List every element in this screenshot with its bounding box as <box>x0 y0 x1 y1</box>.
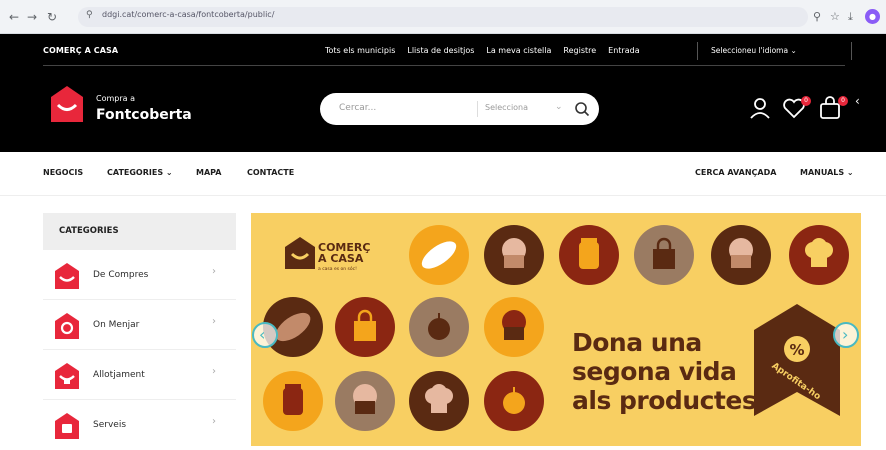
sidebar-item-allotjament[interactable]: Allotjament › <box>43 350 236 400</box>
sidebar-item-compres[interactable]: De Compres › <box>43 250 236 300</box>
sidebar-item-label: Allotjament <box>93 370 145 380</box>
cupcake-icon <box>484 297 544 357</box>
percent-tag-icon: % Aprofita-ho <box>754 304 840 416</box>
top-brand[interactable]: COMERÇ A CASA <box>43 46 118 55</box>
sidebar-item-label: Serveis <box>93 420 127 430</box>
category-select[interactable]: Selecciona <box>485 103 528 112</box>
cupcake-icon <box>484 225 544 285</box>
lodging-category-icon <box>55 363 79 389</box>
comerc-logo-icon <box>285 237 315 269</box>
cart-badge: 0 <box>838 96 848 106</box>
logo-title[interactable]: Fontcoberta <box>96 107 192 123</box>
divider <box>477 101 478 117</box>
chevron-right-icon: › <box>842 325 849 344</box>
shop-category-icon <box>55 263 79 289</box>
back-icon[interactable]: ← <box>6 9 22 25</box>
bookmark-star-icon[interactable]: ☆ <box>830 9 840 25</box>
address-bar[interactable]: ⚲ ddgi.cat/comerc-a-casa/fontcoberta/pub… <box>78 7 808 27</box>
jar-icon <box>559 225 619 285</box>
carousel-next-button[interactable]: › <box>833 322 859 348</box>
wishlist-badge: 0 <box>801 96 811 106</box>
bag-icon <box>335 297 395 357</box>
apple-icon <box>409 297 469 357</box>
browser-toolbar: ← → ↻ ⚲ ddgi.cat/comerc-a-casa/fontcober… <box>0 0 886 34</box>
user-icon[interactable] <box>748 96 772 120</box>
language-select[interactable]: Seleccioneu l'idioma ⌄ <box>711 46 797 55</box>
apple-icon <box>484 371 544 431</box>
nav-mapa[interactable]: MAPA <box>196 168 221 177</box>
banner-logo-tagline: a casa es on sóc! <box>318 267 357 272</box>
banner-headline-line3: als productes <box>572 386 757 415</box>
hero-banner[interactable]: COMERÇ A CASA a casa es on sóc! Dona una… <box>251 213 861 446</box>
top-link-municipis[interactable]: Tots els municipis <box>325 46 395 55</box>
chevron-right-icon: › <box>212 266 216 277</box>
search-bar: Cercar... Selecciona ⌄ <box>320 93 599 125</box>
chef-hat-icon <box>789 225 849 285</box>
banner-headline-line1: Dona una <box>572 328 702 357</box>
chevron-right-icon: › <box>212 366 216 377</box>
site-logo-icon[interactable] <box>51 86 83 122</box>
chevron-right-icon: › <box>212 416 216 427</box>
chevron-left-icon: ‹ <box>259 325 266 344</box>
sidebar-item-menjar[interactable]: On Menjar › <box>43 300 236 350</box>
categories-sidebar: CATEGORIES De Compres › On Menjar › Allo… <box>43 213 236 446</box>
header-separator <box>43 65 845 66</box>
top-link-register[interactable]: Registre <box>563 46 596 55</box>
nav-manuals[interactable]: MANUALS ⌄ <box>800 168 854 177</box>
nav-negocis[interactable]: NEGOCIS <box>43 168 83 177</box>
sidebar-title: CATEGORIES <box>59 226 119 236</box>
services-category-icon <box>55 413 79 439</box>
forward-icon[interactable]: → <box>24 9 40 25</box>
sidebar-item-serveis[interactable]: Serveis › <box>43 400 236 450</box>
sidebar-header: CATEGORIES <box>43 213 236 250</box>
bread-icon <box>409 225 469 285</box>
logo-subtitle: Compra a <box>96 94 135 103</box>
cupcake-icon <box>711 225 771 285</box>
site-info-icon[interactable]: ⚲ <box>86 10 93 20</box>
search-input[interactable]: Cercar... <box>339 103 376 113</box>
nav-categories[interactable]: CATEGORIES ⌄ <box>107 168 173 177</box>
sidebar-item-label: On Menjar <box>93 320 140 330</box>
banner-logo-line2: A CASA <box>318 252 364 265</box>
nav-advanced-search[interactable]: CERCA AVANÇADA <box>695 168 776 177</box>
download-icon[interactable]: ⤓ <box>848 9 853 25</box>
cupcake-icon <box>335 371 395 431</box>
top-links: Tots els municipis Llista de desitjos La… <box>325 46 640 55</box>
divider <box>851 42 852 60</box>
zoom-icon[interactable]: ⚲ <box>813 9 821 25</box>
chef-hat-icon <box>409 371 469 431</box>
url-text: ddgi.cat/comerc-a-casa/fontcoberta/publi… <box>102 10 275 19</box>
svg-text:%: % <box>789 341 804 359</box>
chevron-right-icon: › <box>212 316 216 327</box>
sidebar-item-label: De Compres <box>93 270 149 280</box>
chevron-down-icon[interactable]: ⌄ <box>555 102 563 112</box>
nav-contacte[interactable]: CONTACTE <box>247 168 294 177</box>
divider <box>697 42 698 60</box>
jar-icon <box>263 371 323 431</box>
top-link-login[interactable]: Entrada <box>608 46 639 55</box>
site-header: COMERÇ A CASA Tots els municipis Llista … <box>0 34 886 152</box>
food-category-icon <box>55 313 79 339</box>
top-link-wishlist[interactable]: Llista de desitjos <box>407 46 474 55</box>
reload-icon[interactable]: ↻ <box>44 9 60 25</box>
chevron-left-icon[interactable]: ‹ <box>855 94 860 108</box>
carousel-prev-button[interactable]: ‹ <box>252 322 278 348</box>
top-link-cart[interactable]: La meva cistella <box>486 46 551 55</box>
banner-headline-line2: segona vida <box>572 357 737 386</box>
main-nav: NEGOCIS CATEGORIES ⌄ MAPA CONTACTE CERCA… <box>0 152 886 196</box>
profile-avatar[interactable]: ● <box>865 9 880 24</box>
bag-icon <box>634 225 694 285</box>
search-icon[interactable] <box>574 101 590 117</box>
